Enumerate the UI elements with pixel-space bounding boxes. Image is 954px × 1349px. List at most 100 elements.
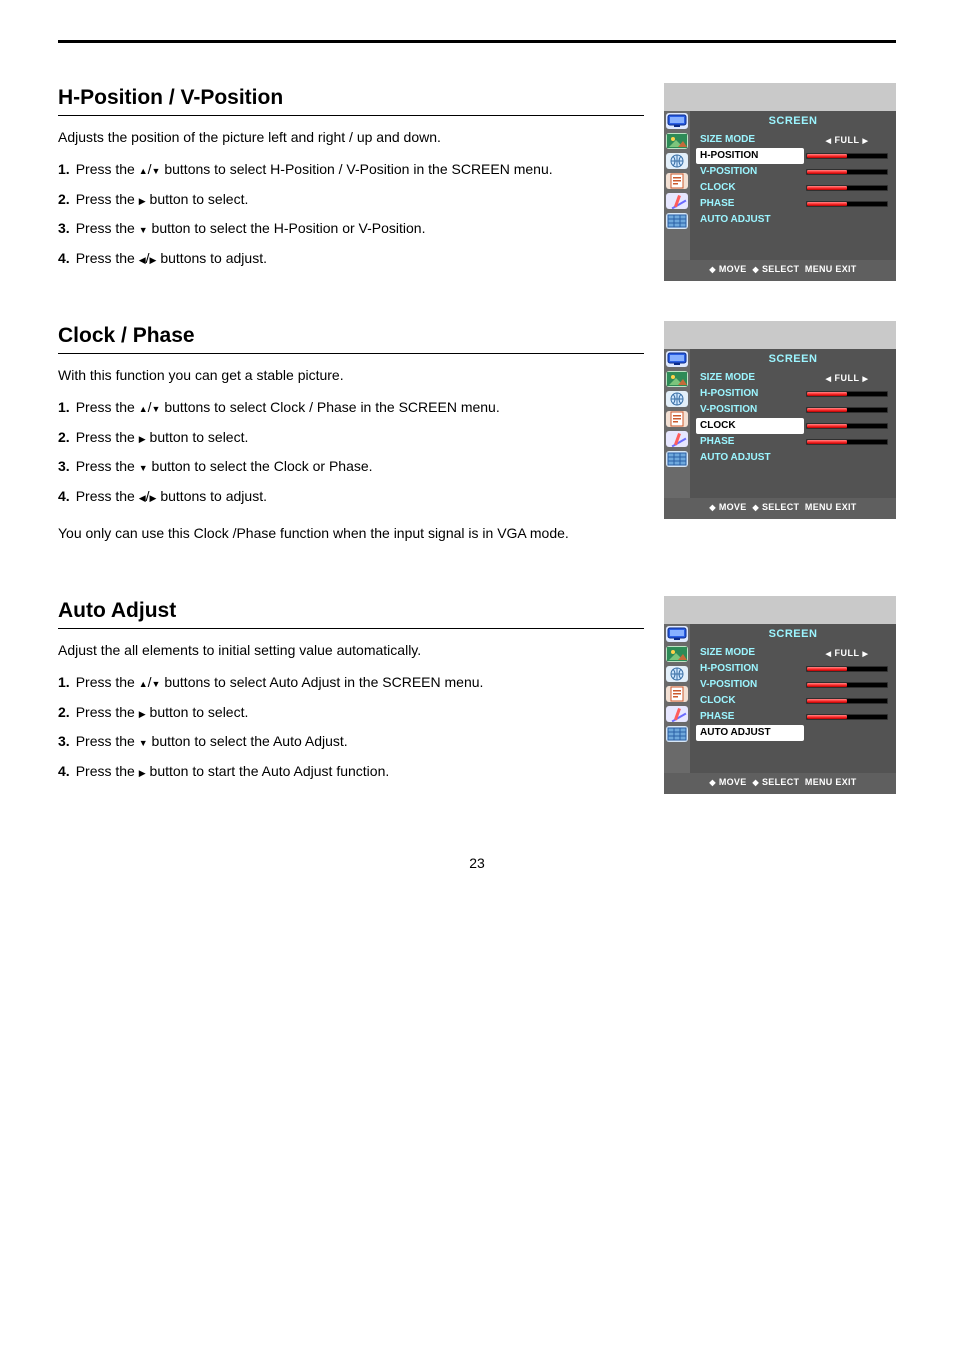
osd-item-label: AUTO ADJUST [696, 450, 804, 466]
osd-slider [806, 390, 888, 398]
page-number: 23 [58, 854, 896, 874]
step-text: Press the / buttons to select H-Position… [76, 161, 553, 177]
osd-slider [806, 200, 888, 208]
osd-item-label: SIZE MODE [696, 370, 804, 386]
osd-top-margin [664, 321, 896, 349]
diamond-icon [703, 264, 718, 274]
osd-category-icon [664, 132, 690, 150]
osd-item-label: V-POSITION [696, 677, 804, 693]
osd-row: V-POSITION [690, 677, 896, 693]
step-number: 3. [58, 458, 70, 474]
right-arrow-icon [139, 429, 146, 445]
osd-row: AUTO ADJUST [690, 725, 896, 741]
osd-item-value [804, 681, 890, 689]
osd-figure-auto: SCREENSIZE MODEFULLH-POSITIONV-POSITIONC… [664, 596, 896, 794]
section-auto-adjust: Auto Adjust Adjust the all elements to i… [58, 596, 896, 794]
osd-sidebar [664, 349, 690, 498]
diamond-icon [747, 777, 762, 787]
right-arrow-icon [139, 191, 146, 207]
diamond-icon [703, 777, 718, 787]
step: 4.Press the / buttons to adjust. [58, 487, 644, 507]
osd-item-value [804, 200, 890, 208]
left-arrow-icon [139, 488, 146, 504]
osd-item-value [804, 697, 890, 705]
step-text: Press the button to select. [76, 704, 249, 720]
step-text: Press the button to start the Auto Adjus… [76, 763, 390, 779]
step-text: Press the / buttons to select Clock / Ph… [76, 399, 500, 415]
up-arrow-icon [139, 674, 148, 690]
step-number: 2. [58, 704, 70, 720]
step-number: 4. [58, 488, 70, 504]
osd-value-text: FULL [826, 647, 869, 660]
osd-item-value [804, 152, 890, 160]
osd-item-label: PHASE [696, 709, 804, 725]
step: 1.Press the / buttons to select Auto Adj… [58, 673, 644, 693]
osd-body: SCREENSIZE MODEFULLH-POSITIONV-POSITIONC… [664, 624, 896, 773]
osd-category-icon [664, 410, 690, 428]
osd-category-icon [664, 725, 690, 743]
osd-item-label: AUTO ADJUST [696, 725, 804, 741]
osd-category-icon [664, 705, 690, 723]
footer-select: SELECT [762, 777, 799, 787]
osd-slider [806, 168, 888, 176]
osd-sidebar [664, 624, 690, 773]
diamond-icon [747, 264, 762, 274]
step: 3.Press the button to select the H-Posit… [58, 219, 644, 239]
osd-slider [806, 713, 888, 721]
down-arrow-icon [152, 161, 161, 177]
heading-cp: Clock / Phase [58, 321, 644, 354]
footer-select: SELECT [762, 264, 799, 274]
osd-footer: MOVE SELECT MENU EXIT [664, 773, 896, 794]
step: 4.Press the / buttons to adjust. [58, 249, 644, 269]
osd-row: SIZE MODE FULL [690, 645, 896, 661]
step: 2. Press the button to select. [58, 703, 644, 723]
osd-item-label: CLOCK [696, 418, 804, 434]
down-arrow-icon [139, 458, 148, 474]
osd-figure-hv: SCREENSIZE MODEFULLH-POSITIONV-POSITIONC… [664, 83, 896, 281]
diamond-icon [747, 502, 762, 512]
osd-category-icon [664, 350, 690, 368]
step-text: Press the button to select the Auto Adju… [76, 733, 348, 749]
osd-row: PHASE [690, 709, 896, 725]
osd-item-label: SIZE MODE [696, 645, 804, 661]
osd-category-icon [664, 212, 690, 230]
osd-row: V-POSITION [690, 164, 896, 180]
osd-slider [806, 665, 888, 673]
down-arrow-icon [139, 220, 148, 236]
osd-footer: MOVESELECT MENU EXIT [664, 498, 896, 519]
diamond-icon [703, 502, 718, 512]
step: 3. Press the button to select the Clock o… [58, 457, 644, 477]
osd-item-value [804, 422, 890, 430]
osd-category-icon [664, 625, 690, 643]
step: 3.Press the button to select the Auto Ad… [58, 732, 644, 752]
osd-value-text: FULL [826, 372, 869, 385]
section-clock-phase: Clock / Phase With this function you can… [58, 321, 896, 556]
step-text: Press the button to select the Clock or … [76, 458, 373, 474]
heading-auto: Auto Adjust [58, 596, 644, 629]
osd-slider [806, 152, 888, 160]
osd-item-label: AUTO ADJUST [696, 212, 804, 228]
osd-figure-cp: SCREENSIZE MODE FULL H-POSITIONV-POSITIONC… [664, 321, 896, 556]
osd-item-label: V-POSITION [696, 402, 804, 418]
osd-row: CLOCK [690, 180, 896, 196]
note-cp: You only can use this Clock /Phase funct… [58, 524, 644, 544]
osd-item-value [804, 438, 890, 446]
step-number: 3. [58, 220, 70, 236]
osd-item-label: PHASE [696, 196, 804, 212]
footer-move: MOVE [719, 502, 747, 512]
osd-title: SCREEN [690, 349, 896, 370]
down-arrow-icon [152, 399, 161, 415]
osd-category-icon [664, 192, 690, 210]
osd-footer: MOVESELECT MENU EXIT [664, 260, 896, 281]
osd-category-icon [664, 685, 690, 703]
step-text: Press the button to select. [76, 191, 249, 207]
osd-content: SCREENSIZE MODEFULLH-POSITIONV-POSITIONC… [690, 111, 896, 260]
footer-menu-exit: MENU EXIT [805, 777, 857, 787]
step-number: 1. [58, 674, 70, 690]
osd-item-label: H-POSITION [696, 386, 804, 402]
osd-item-label: PHASE [696, 434, 804, 450]
section-h-v-position: H-Position / V-Position Adjusts the posi… [58, 83, 896, 281]
footer-move: MOVE [719, 777, 747, 787]
step-text: Press the / buttons to adjust. [76, 250, 267, 266]
osd-item-value: FULL [804, 647, 890, 660]
